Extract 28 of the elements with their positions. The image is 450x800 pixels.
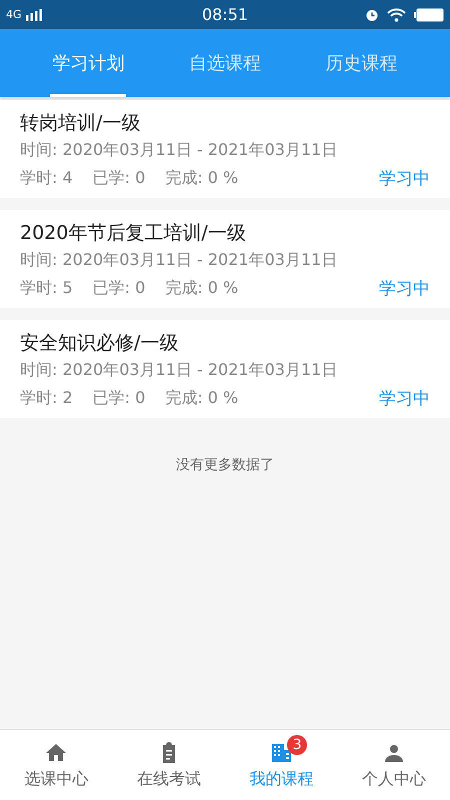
- nav-item[interactable]: 个人中心: [338, 730, 450, 800]
- course-title: 安全知识必修/一级: [20, 331, 180, 356]
- course-learned: 已学: 0: [92, 278, 146, 299]
- count-badge: 3: [287, 734, 308, 754]
- alarm-icon: [364, 8, 379, 22]
- course-status: 学习中: [379, 388, 430, 410]
- course-dates: 时间: 2020年03月11日 - 2021年03月11日: [20, 140, 338, 161]
- signal-icon: [26, 8, 42, 20]
- course-dates: 时间: 2020年03月11日 - 2021年03月11日: [20, 360, 338, 381]
- battery-icon: [414, 8, 444, 22]
- course-title: 2020年节后复工培训/一级: [20, 221, 247, 246]
- wifi-icon: [386, 8, 406, 22]
- course-status: 学习中: [379, 278, 430, 300]
- course-hours: 学时: 2: [20, 388, 73, 409]
- tab[interactable]: 学习计划: [50, 29, 126, 97]
- course-learned: 已学: 0: [92, 388, 146, 409]
- nav-item[interactable]: 在线考试: [112, 730, 225, 800]
- clock-time: 08:51: [202, 5, 248, 24]
- course-status: 学习中: [379, 168, 430, 190]
- nav-item[interactable]: 3 我的课程: [225, 730, 338, 800]
- network-label: 4G: [6, 8, 22, 21]
- end-of-list-note: 没有更多数据了: [176, 456, 274, 474]
- course-dates: 时间: 2020年03月11日 - 2021年03月11日: [20, 250, 338, 271]
- course-learned: 已学: 0: [92, 168, 146, 189]
- course-title: 转岗培训/一级: [20, 111, 142, 136]
- nav-item[interactable]: 选课中心: [0, 730, 112, 800]
- course-hours: 学时: 4: [20, 168, 73, 189]
- course-hours: 学时: 5: [20, 278, 73, 299]
